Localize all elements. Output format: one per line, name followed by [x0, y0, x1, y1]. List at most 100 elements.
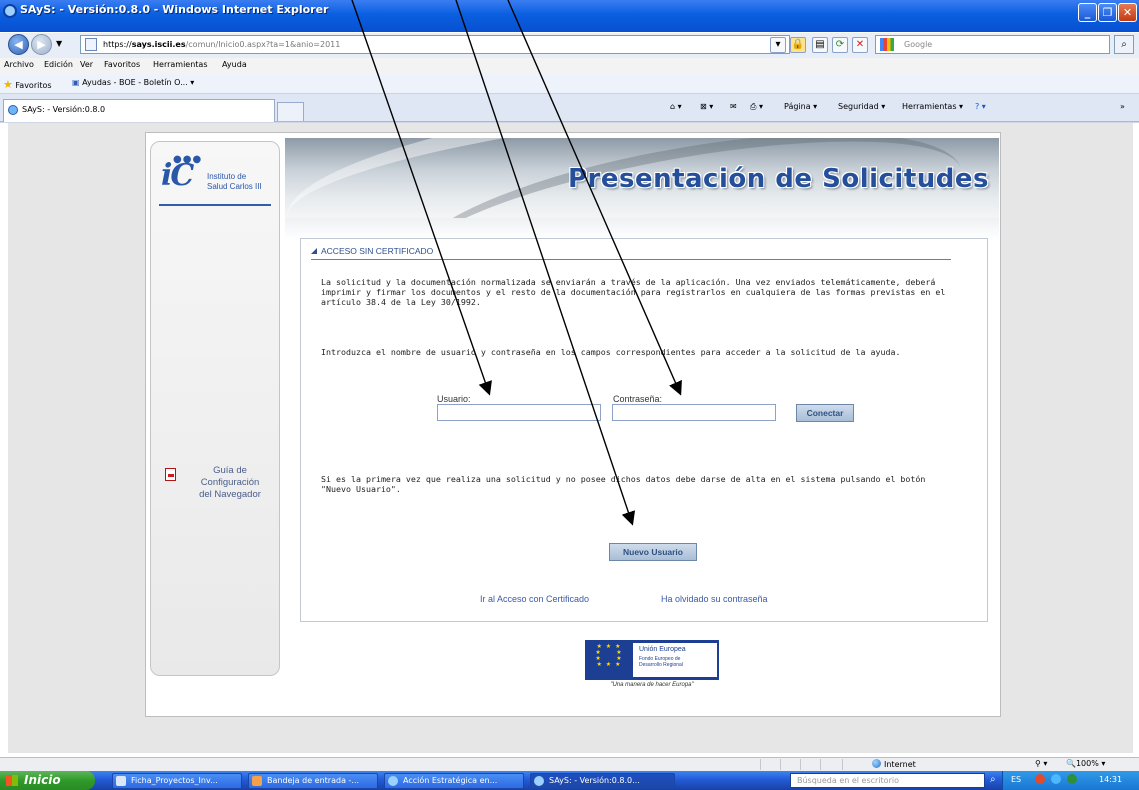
close-button[interactable]: ✕: [1118, 3, 1137, 22]
logo-text-line2: Salud Carlos III: [207, 182, 262, 191]
status-divider: [820, 759, 821, 770]
taskbar-item-label: SAyS: - Versión:0.8.0...: [549, 776, 640, 785]
certificate-access-link[interactable]: Ir al Acceso con Certificado: [480, 594, 589, 604]
taskbar-item-browser-2[interactable]: SAyS: - Versión:0.8.0...: [530, 773, 675, 789]
google-icon: [880, 38, 894, 51]
header-banner: Presentación de Solicitudes: [285, 138, 999, 218]
tray-security-icon[interactable]: [1067, 774, 1077, 784]
new-user-button[interactable]: Nuevo Usuario: [609, 543, 697, 561]
banner-stripe: [285, 218, 999, 240]
new-tab-button[interactable]: [277, 102, 304, 121]
page-title: Presentación de Solicitudes: [567, 164, 989, 194]
zoom-level[interactable]: 🔍100% ▾: [1066, 759, 1105, 768]
ie-icon: [534, 776, 544, 786]
triangle-icon: [311, 248, 317, 254]
compatibility-view-icon[interactable]: ▤: [812, 37, 828, 53]
search-placeholder: Google: [904, 40, 933, 49]
url-path: /comun/Inicio0.aspx?ta=1&anio=2011: [185, 40, 341, 49]
status-divider: [800, 759, 801, 770]
menu-ver[interactable]: Ver: [80, 60, 93, 69]
more-chevron-icon[interactable]: »: [1120, 102, 1125, 111]
lock-icon[interactable]: 🔒: [790, 37, 806, 53]
help-icon[interactable]: ? ▾: [975, 102, 986, 111]
taskbar-item-label: Acción Estratégica en...: [403, 776, 498, 785]
security-menu[interactable]: Seguridad ▾: [838, 102, 885, 111]
globe-icon: [872, 759, 881, 768]
security-zone[interactable]: Internet: [872, 759, 916, 769]
eu-stars-icon: ★ ★ ★ ★ ★ ★ ★ ★ ★ ★: [595, 643, 623, 668]
recent-pages-dropdown-icon[interactable]: ▼: [56, 39, 62, 48]
status-bar: Internet ⚲ ▾ 🔍100% ▾: [0, 757, 1139, 771]
eu-motto: "Una manera de hacer Europa": [610, 682, 694, 688]
back-button[interactable]: ◀: [8, 34, 29, 55]
address-bar[interactable]: https://says.iscii.es/comun/Inicio0.aspx…: [80, 35, 790, 54]
tray-network-icon[interactable]: [1051, 774, 1061, 784]
logo-text: Instituto de Salud Carlos III: [207, 172, 262, 192]
connect-button[interactable]: Conectar: [796, 404, 854, 422]
address-toolbar: ◀ ▶ ▼ https://says.iscii.es/comun/Inicio…: [0, 33, 1139, 58]
taskbar-item-word[interactable]: Ficha_Proyectos_Inv...: [112, 773, 242, 789]
intro-paragraph: La solicitud y la documentación normaliz…: [321, 277, 981, 307]
forward-button[interactable]: ▶: [31, 34, 52, 55]
tab-ie-icon: [8, 105, 18, 115]
address-dropdown-icon[interactable]: ▾: [770, 37, 786, 53]
print-icon[interactable]: ⎙ ▾: [750, 102, 763, 112]
menu-edicion[interactable]: Edición: [44, 60, 73, 69]
status-divider: [760, 759, 761, 770]
star-icon: ★: [3, 78, 13, 91]
intro-line1: La solicitud y la documentación normaliz…: [321, 277, 936, 287]
language-indicator[interactable]: ES: [1011, 775, 1021, 784]
maximize-button[interactable]: ❐: [1098, 3, 1117, 22]
security-zone-label: Internet: [884, 760, 916, 769]
stop-icon[interactable]: ✕: [852, 37, 868, 53]
tab-says[interactable]: SAyS: - Versión:0.8.0: [3, 99, 275, 122]
mail-icon[interactable]: ✉: [730, 102, 737, 111]
protected-mode-icon[interactable]: ⚲ ▾: [1035, 759, 1047, 768]
desktop-search-icon[interactable]: ⌕: [990, 774, 996, 785]
favorites-label: Favoritos: [15, 81, 52, 90]
sidebar: ●●● iC Instituto de Salud Carlos III Guía…: [150, 141, 280, 676]
intro-line3: artículo 38.4 de la Ley 30/1992.: [321, 297, 481, 307]
taskbar-item-browser-1[interactable]: Acción Estratégica en...: [384, 773, 524, 789]
page-icon: [85, 38, 97, 51]
search-icon[interactable]: ⌕: [1114, 35, 1134, 54]
tab-row: SAyS: - Versión:0.8.0 ⌂ ▾ ⊠ ▾ ✉ ⎙ ▾ Pági…: [0, 94, 1139, 122]
window-title: SAyS: - Versión:0.8.0 - Windows Internet…: [20, 3, 329, 16]
status-divider: [780, 759, 781, 770]
start-button[interactable]: Inicio: [0, 771, 95, 790]
refresh-icon[interactable]: ⟳: [832, 37, 848, 53]
favorites-button[interactable]: ★ Favoritos: [3, 78, 52, 91]
page-menu[interactable]: Página ▾: [784, 102, 817, 111]
forgot-password-link[interactable]: Ha olvidado su contraseña: [661, 594, 768, 604]
window-title-bar[interactable]: SAyS: - Versión:0.8.0 - Windows Internet…: [0, 0, 1139, 32]
taskbar-item-mail[interactable]: Bandeja de entrada -...: [248, 773, 378, 789]
page-background: ●●● iC Instituto de Salud Carlos III Guía…: [8, 123, 1133, 753]
menu-archivo[interactable]: Archivo: [4, 60, 34, 69]
tools-menu-label: Herramientas: [902, 102, 957, 111]
first-time-line2: "Nuevo Usuario".: [321, 484, 401, 494]
page-menu-label: Página: [784, 102, 811, 111]
user-input[interactable]: [437, 404, 601, 421]
isciii-logo[interactable]: ●●● iC Instituto de Salud Carlos III: [159, 154, 271, 206]
guide-line2: Configuración: [200, 477, 260, 488]
desktop-search-input[interactable]: Búsqueda en el escritorio: [790, 773, 985, 788]
menu-herramientas[interactable]: Herramientas: [153, 60, 208, 69]
tray-app-icon[interactable]: [1035, 774, 1045, 784]
menu-bar: Archivo Edición Ver Favoritos Herramient…: [0, 58, 1139, 74]
home-icon[interactable]: ⌂ ▾: [670, 102, 682, 111]
search-input[interactable]: Google: [875, 35, 1110, 54]
minimize-button[interactable]: _: [1078, 3, 1097, 22]
menu-favoritos[interactable]: Favoritos: [104, 60, 140, 69]
guide-text[interactable]: Guía de Configuración del Navegador: [185, 465, 275, 501]
url-host: says.iscii.es: [131, 40, 186, 49]
clock[interactable]: 14:31: [1099, 775, 1122, 784]
user-label: Usuario:: [437, 394, 471, 404]
feeds-icon[interactable]: ⊠ ▾: [700, 102, 713, 111]
tools-menu[interactable]: Herramientas ▾: [902, 102, 963, 111]
taskbar: Inicio Ficha_Proyectos_Inv... Bandeja de…: [0, 771, 1139, 790]
ie-icon: [388, 776, 398, 786]
taskbar-item-label: Bandeja de entrada -...: [267, 776, 360, 785]
favorite-link-boe[interactable]: ▣ Ayudas - BOE - Boletín O... ▾: [72, 78, 194, 87]
menu-ayuda[interactable]: Ayuda: [222, 60, 247, 69]
password-input[interactable]: [612, 404, 776, 421]
